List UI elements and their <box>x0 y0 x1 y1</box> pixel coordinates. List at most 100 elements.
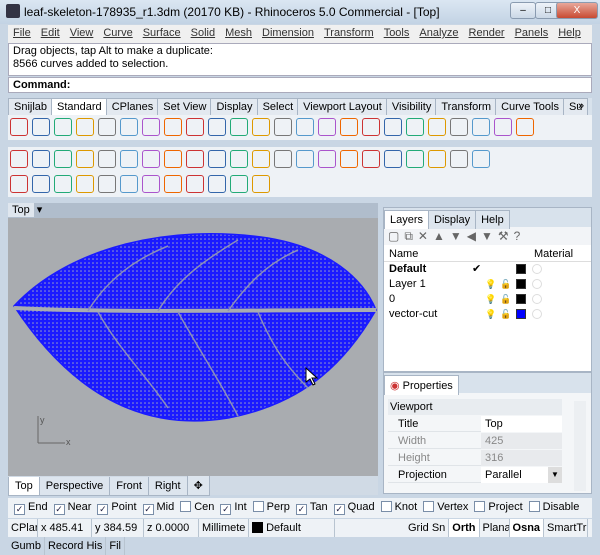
menu-view[interactable]: View <box>65 25 99 41</box>
save-icon[interactable] <box>54 118 72 136</box>
tab-help[interactable]: Help <box>475 210 510 229</box>
tab-select[interactable]: Select <box>256 98 300 115</box>
tab-display[interactable]: Display <box>428 210 477 229</box>
menu-tools[interactable]: Tools <box>379 25 415 41</box>
tab-curve-tools[interactable]: Curve Tools <box>495 98 565 115</box>
viewport-menu-icon[interactable]: ▾ <box>34 204 43 216</box>
four-viewports-icon[interactable] <box>362 118 380 136</box>
help-icon[interactable]: ? <box>514 229 526 243</box>
osnap-vertex[interactable]: Vertex <box>417 501 468 513</box>
menu-file[interactable]: File <box>8 25 36 41</box>
layer-color-swatch[interactable] <box>516 294 526 304</box>
menu-render[interactable]: Render <box>464 25 510 41</box>
split-icon[interactable] <box>384 150 402 168</box>
ortho-toggle[interactable]: Orth <box>449 519 480 537</box>
tab-cplanes[interactable]: CPlanes <box>105 98 160 115</box>
checkbox[interactable]: ✓ <box>53 504 65 515</box>
tools-icon[interactable]: ⚒ <box>498 229 514 243</box>
osnap-mid[interactable]: ✓ Mid <box>137 501 174 515</box>
boolean-icon[interactable] <box>340 150 358 168</box>
move-icon[interactable] <box>230 118 248 136</box>
tab-properties[interactable]: ◉ Properties <box>384 375 459 395</box>
box-icon[interactable] <box>274 150 292 168</box>
osnap-point[interactable]: ✓ Point <box>91 501 137 515</box>
zoom-icon[interactable] <box>252 118 270 136</box>
layer-status[interactable]: Default <box>249 519 335 537</box>
osnap-project[interactable]: Project <box>468 501 523 513</box>
layer-name[interactable]: 0 <box>389 293 395 305</box>
join-icon[interactable] <box>76 175 94 193</box>
properties-scrollbar[interactable] <box>574 401 586 491</box>
property-value[interactable]: Top <box>481 416 562 432</box>
checkbox[interactable]: ✓ <box>333 504 345 515</box>
material-circle[interactable] <box>532 309 542 319</box>
select-icon[interactable] <box>10 150 28 168</box>
check-icon[interactable] <box>208 175 226 193</box>
circle-icon[interactable] <box>450 118 468 136</box>
osnap-tan[interactable]: ✓ Tan <box>290 501 328 515</box>
menu-surface[interactable]: Surface <box>138 25 186 41</box>
viewport-top[interactable]: y x <box>8 218 378 476</box>
surface-icon[interactable] <box>318 150 336 168</box>
grid-snap-toggle[interactable]: Grid Sn <box>405 519 450 537</box>
explode-icon[interactable] <box>54 175 72 193</box>
layer-name[interactable]: vector-cut <box>389 308 437 320</box>
polyline-icon[interactable] <box>54 150 72 168</box>
tab-snijlab[interactable]: Snijlab <box>8 98 54 115</box>
move-out-icon[interactable]: ◀ <box>467 229 481 243</box>
move-down-icon[interactable]: ▼ <box>450 229 467 243</box>
text-icon[interactable] <box>10 175 28 193</box>
dimension-icon[interactable] <box>120 175 138 193</box>
filter-icon[interactable]: ▼ <box>481 229 498 243</box>
viewport-tab-top[interactable]: Top <box>8 477 40 496</box>
checkbox[interactable] <box>474 501 486 512</box>
unlock-icon[interactable]: 🔓 <box>500 277 511 292</box>
material-circle[interactable] <box>532 264 542 274</box>
layer-color-swatch[interactable] <box>516 309 526 319</box>
checkbox[interactable] <box>180 501 192 512</box>
osnap-end[interactable]: ✓ End <box>8 501 48 515</box>
layer-row[interactable]: Default ✔ <box>384 262 591 277</box>
grid-icon[interactable] <box>164 175 182 193</box>
print-icon[interactable] <box>76 118 94 136</box>
lightbulb-icon[interactable]: 💡 <box>485 292 496 307</box>
osnap-quad[interactable]: ✓ Quad <box>328 501 375 515</box>
layer-name[interactable]: Default <box>389 263 426 275</box>
osnap-disable[interactable]: Disable <box>523 501 579 513</box>
osnap-cen[interactable]: Cen <box>174 501 214 513</box>
zoom-extents-icon[interactable] <box>296 118 314 136</box>
tab-layers[interactable]: Layers <box>384 210 430 229</box>
tab-set-view[interactable]: Set View <box>157 98 213 115</box>
layer-name[interactable]: Layer 1 <box>389 278 426 290</box>
osnap-perp[interactable]: Perp <box>247 501 290 513</box>
unlock-icon[interactable]: 🔓 <box>500 307 511 322</box>
solid-icon[interactable] <box>98 175 116 193</box>
column-name[interactable]: Name <box>389 248 418 260</box>
tab-viewport-layout[interactable]: Viewport Layout <box>297 98 388 115</box>
edit-points-icon[interactable] <box>230 150 248 168</box>
menu-edit[interactable]: Edit <box>36 25 65 41</box>
minimize-button[interactable]: – <box>510 2 536 19</box>
move-up-icon[interactable]: ▲ <box>433 229 450 243</box>
fillet-icon[interactable] <box>208 150 226 168</box>
sphere-icon[interactable] <box>296 150 314 168</box>
tab-display[interactable]: Display <box>210 98 259 115</box>
add-viewport-tab-button[interactable]: ✥ <box>186 476 210 496</box>
circle-icon[interactable] <box>98 150 116 168</box>
hide-icon[interactable] <box>406 118 424 136</box>
delete-layer-icon[interactable]: ✕ <box>418 229 433 243</box>
scale-icon[interactable] <box>472 150 490 168</box>
viewport-tab-perspective[interactable]: Perspective <box>38 477 111 496</box>
rotate-view-icon[interactable] <box>340 118 358 136</box>
checkbox[interactable]: ✓ <box>295 504 307 515</box>
section-viewport[interactable]: Viewport <box>388 399 562 415</box>
osnap-knot[interactable]: Knot <box>375 501 417 513</box>
lightbulb-icon[interactable]: 💡 <box>485 307 496 322</box>
cut-icon[interactable] <box>120 118 138 136</box>
layer-row[interactable]: Layer 1 💡 🔓 <box>384 277 591 292</box>
record-history-toggle[interactable]: Record His <box>45 537 107 555</box>
checkbox[interactable] <box>252 501 264 512</box>
layer-row[interactable]: vector-cut 💡 🔓 <box>384 307 591 322</box>
checkbox[interactable] <box>380 501 392 512</box>
menu-curve[interactable]: Curve <box>98 25 137 41</box>
